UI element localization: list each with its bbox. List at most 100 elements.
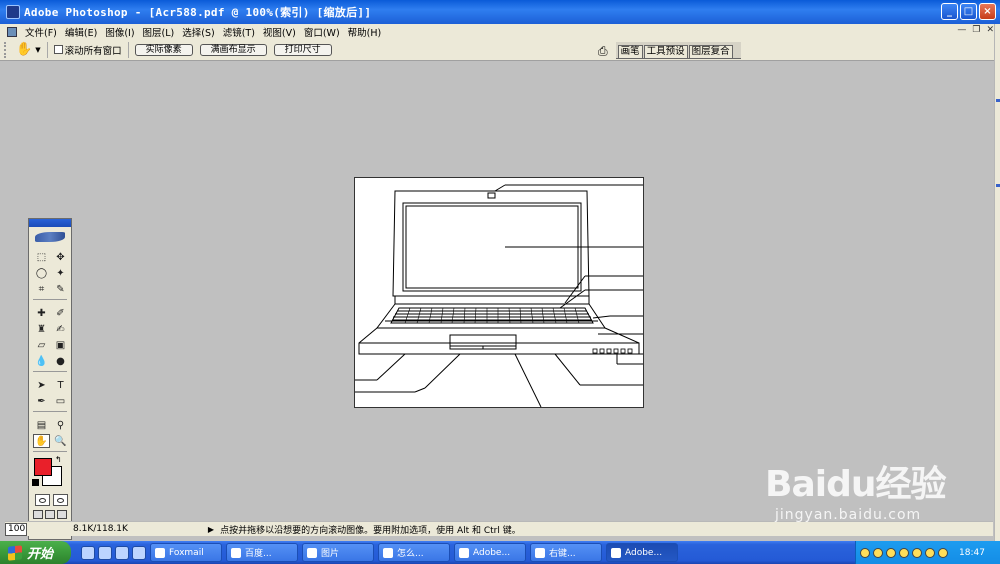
tray-app-icon[interactable] <box>886 547 896 558</box>
quick-mask-icon <box>57 497 64 503</box>
doc-minimize-icon[interactable]: — <box>957 25 966 35</box>
taskbar-button[interactable]: Adobe... <box>454 543 526 562</box>
clock[interactable]: 18:47 <box>959 548 985 558</box>
marquee-icon[interactable]: ⬚ <box>33 250 50 264</box>
maximize-button[interactable]: □ <box>960 3 977 20</box>
full-screen-mode-button[interactable] <box>57 510 67 519</box>
taskbar-button[interactable]: 百度... <box>226 543 298 562</box>
slice-icon[interactable]: ✎ <box>52 282 69 296</box>
right-edge-strip <box>994 24 1000 541</box>
qq-icon[interactable] <box>860 547 870 558</box>
taskbar-button[interactable]: 图片 <box>302 543 374 562</box>
options-bar-grip[interactable] <box>4 41 8 58</box>
menu-window[interactable]: 窗口(W) <box>300 25 344 39</box>
photoshop-app-icon[interactable] <box>6 5 20 19</box>
lasso-icon[interactable]: ◯ <box>33 266 50 280</box>
notes-icon[interactable]: ▤ <box>33 418 50 432</box>
scroll-all-windows-checkbox[interactable]: 滚动所有窗口 <box>53 43 122 57</box>
menu-file[interactable]: 文件(F) <box>21 25 61 39</box>
foreground-color-swatch[interactable] <box>34 458 52 476</box>
blur-icon[interactable]: 💧 <box>33 354 50 368</box>
tab-brushes[interactable]: 画笔 <box>617 45 643 58</box>
document-icon[interactable] <box>7 26 17 37</box>
full-screen-menu-mode-button[interactable] <box>45 510 55 519</box>
task-label: 图片 <box>321 549 340 559</box>
quick-launch <box>81 545 146 560</box>
menu-view[interactable]: 视图(V) <box>259 25 300 39</box>
default-colors-icon[interactable] <box>32 479 39 486</box>
show-desktop-icon[interactable] <box>115 545 129 560</box>
network-icon[interactable] <box>925 547 935 558</box>
media-player-icon[interactable] <box>132 545 146 560</box>
pen-icon[interactable]: ✒ <box>33 394 50 408</box>
eyedropper-icon[interactable]: ⚲ <box>52 418 69 432</box>
gradient-icon[interactable]: ▣ <box>52 338 69 352</box>
eraser-icon[interactable]: ▱ <box>33 338 50 352</box>
task-label: 右键... <box>549 549 576 559</box>
close-button[interactable]: × <box>979 3 996 20</box>
taskbar-button[interactable]: 右键... <box>530 543 602 562</box>
checkbox-box[interactable] <box>53 45 63 54</box>
print-size-button[interactable]: 打印尺寸 <box>273 43 332 56</box>
taskbar-button-active[interactable]: Adobe... <box>606 543 678 562</box>
magic-wand-icon[interactable]: ✦ <box>52 266 69 280</box>
zoom-field[interactable]: 100 <box>5 522 27 536</box>
minimize-button[interactable]: _ <box>941 3 958 20</box>
tab-layer-comps[interactable]: 图层复合 <box>688 45 733 58</box>
feather-icon <box>35 232 65 242</box>
tray-app-icon[interactable] <box>912 547 922 558</box>
internet-explorer-icon[interactable] <box>98 545 112 560</box>
swap-colors-icon[interactable]: ↰ <box>55 455 62 464</box>
watermark-url: jingyan.baidu.com <box>775 507 922 523</box>
palette-tabs: 画笔 工具预设 图层复合 <box>615 42 741 59</box>
volume-icon[interactable] <box>938 547 948 558</box>
tool-preset-picker[interactable]: ✋ ▼ <box>16 42 41 57</box>
tray-app-icon[interactable] <box>899 547 909 558</box>
actual-pixels-button[interactable]: 实际像素 <box>134 43 193 56</box>
quick-mask-mode-button[interactable] <box>53 494 68 506</box>
menu-filter[interactable]: 滤镜(T) <box>219 25 259 39</box>
clone-stamp-icon[interactable]: ♜ <box>33 322 50 336</box>
scroll-all-windows-label: 滚动所有窗口 <box>64 45 122 57</box>
brush-icon[interactable]: ✐ <box>52 306 69 320</box>
standard-mode-button[interactable] <box>35 494 50 506</box>
stamp-icon[interactable]: ⎙ <box>598 44 608 59</box>
fit-on-screen-button[interactable]: 满画布显示 <box>199 43 267 56</box>
move-icon[interactable]: ✥ <box>52 250 69 264</box>
healing-brush-icon[interactable]: ✚ <box>33 306 50 320</box>
doc-restore-icon[interactable]: ❐ <box>972 25 980 35</box>
doc-close-icon[interactable]: ✕ <box>986 25 994 35</box>
tray-app-icon[interactable] <box>873 547 883 558</box>
tab-tool-presets[interactable]: 工具预设 <box>643 45 688 58</box>
menu-image[interactable]: 图像(I) <box>101 25 138 39</box>
toolbox-title-bar[interactable] <box>29 219 71 227</box>
acrobat-icon <box>459 547 469 558</box>
divider <box>33 451 67 452</box>
title-bar: Adobe Photoshop - [Acr588.pdf @ 100%(索引)… <box>0 0 1000 24</box>
window-title: Adobe Photoshop - [Acr588.pdf @ 100%(索引)… <box>24 6 372 19</box>
divider <box>33 299 67 300</box>
mask-mode-row <box>29 491 71 506</box>
screen-mode-row <box>29 506 71 519</box>
rectangle-shape-icon[interactable]: ▭ <box>52 394 69 408</box>
photoshop-feather-logo[interactable] <box>29 227 71 247</box>
document-window-controls: — ❐ ✕ <box>957 25 994 35</box>
type-icon[interactable]: T <box>52 378 69 392</box>
path-selection-icon[interactable]: ➤ <box>33 378 50 392</box>
menu-layer[interactable]: 图层(L) <box>139 25 179 39</box>
menu-edit[interactable]: 编辑(E) <box>61 25 101 39</box>
menu-help[interactable]: 帮助(H) <box>344 25 386 39</box>
dodge-icon[interactable]: ● <box>52 354 69 368</box>
taskbar-button[interactable]: 怎么... <box>378 543 450 562</box>
document-canvas[interactable] <box>354 177 644 408</box>
hand-tool-icon[interactable]: ✋ <box>33 434 50 448</box>
standard-screen-mode-button[interactable] <box>33 510 43 519</box>
history-brush-icon[interactable]: ✍ <box>52 322 69 336</box>
menu-select[interactable]: 选择(S) <box>178 25 218 39</box>
start-button[interactable]: 开始 <box>0 541 71 564</box>
status-menu-arrow-icon[interactable]: ▶ <box>208 525 214 534</box>
quick-launch-app-icon[interactable] <box>81 545 95 560</box>
crop-icon[interactable]: ⌗ <box>33 282 50 296</box>
zoom-icon[interactable]: 🔍 <box>52 434 69 448</box>
taskbar-button[interactable]: Foxmail <box>150 543 222 562</box>
